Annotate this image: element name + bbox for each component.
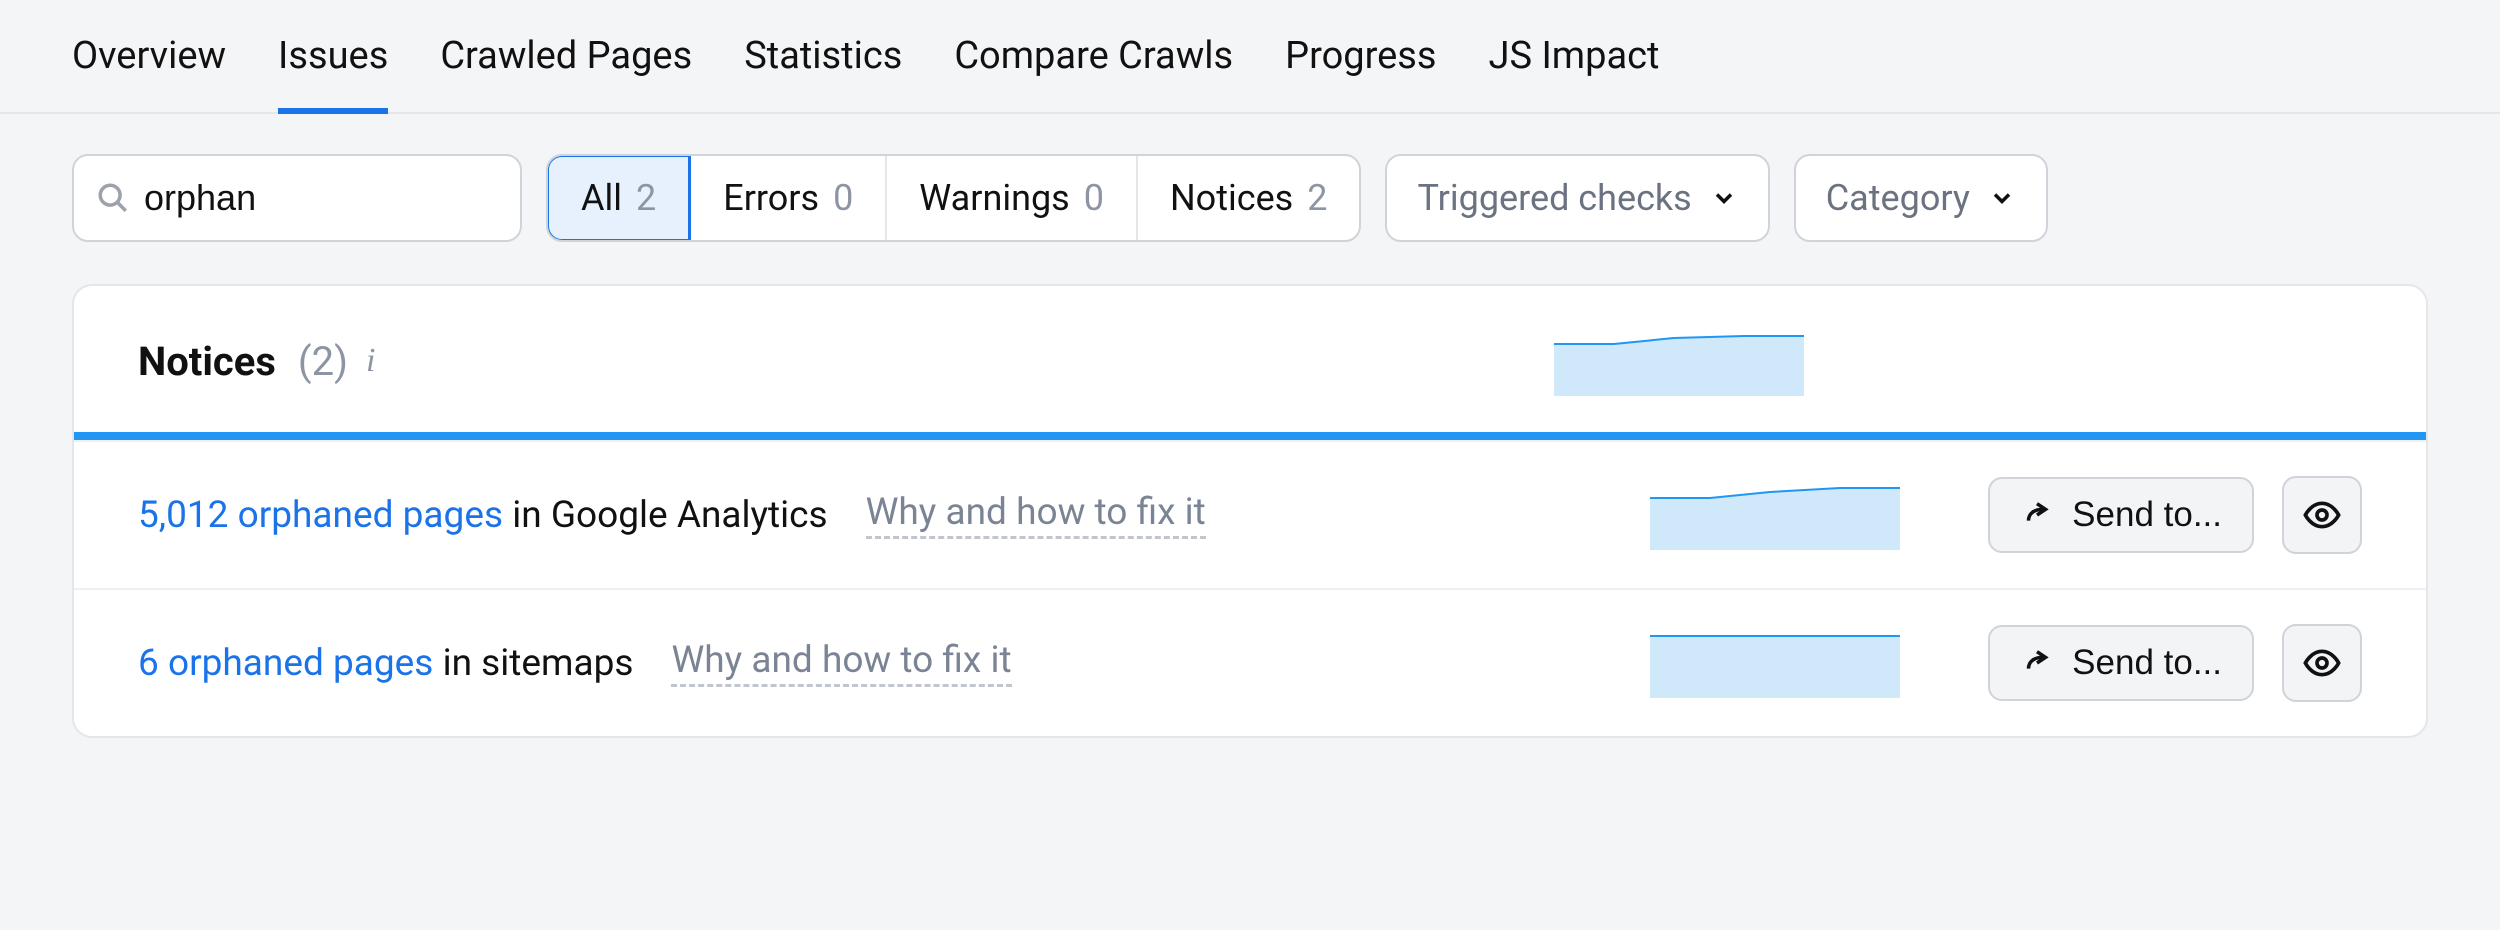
fix-link[interactable]: Why and how to fix it (671, 639, 1011, 687)
filter-count: 0 (1084, 177, 1104, 219)
send-to-button[interactable]: Send to... (1988, 477, 2254, 553)
share-arrow-icon (2020, 646, 2054, 680)
eye-icon (2302, 643, 2342, 683)
notices-header: Notices (2) i (74, 286, 2426, 432)
tab-js-impact[interactable]: JS Impact (1489, 34, 1660, 114)
panel-accent-bar (74, 432, 2426, 440)
tab-statistics[interactable]: Statistics (744, 34, 902, 114)
severity-filter: All 2 Errors 0 Warnings 0 Notices 2 (546, 154, 1361, 242)
notices-panel: Notices (2) i 5,012 orphaned pages in Go… (72, 284, 2428, 738)
tab-overview[interactable]: Overview (72, 34, 226, 114)
panel-title: Notices (138, 338, 276, 385)
filter-toolbar: All 2 Errors 0 Warnings 0 Notices 2 Trig… (0, 114, 2500, 266)
issue-context: in sitemaps (433, 642, 633, 685)
search-box[interactable] (72, 154, 522, 242)
filter-label: Warnings (919, 177, 1069, 219)
tab-progress[interactable]: Progress (1285, 34, 1436, 114)
filter-errors[interactable]: Errors 0 (691, 156, 887, 240)
issue-context: in Google Analytics (503, 494, 828, 537)
share-arrow-icon (2020, 498, 2054, 532)
issue-link[interactable]: 6 orphaned pages (138, 642, 433, 685)
filter-count: 2 (636, 177, 656, 219)
filter-label: Notices (1170, 177, 1293, 219)
filter-count: 0 (833, 177, 853, 219)
triggered-checks-dropdown[interactable]: Triggered checks (1385, 154, 1769, 242)
sparkline (1554, 326, 1804, 396)
send-to-button[interactable]: Send to... (1988, 625, 2254, 701)
filter-count: 2 (1307, 177, 1327, 219)
search-icon (96, 181, 130, 215)
notice-row: 6 orphaned pages in sitemaps Why and how… (74, 588, 2426, 736)
view-button[interactable] (2282, 624, 2362, 702)
category-dropdown[interactable]: Category (1794, 154, 2048, 242)
filter-notices[interactable]: Notices 2 (1138, 156, 1360, 240)
send-to-label: Send to... (2072, 495, 2222, 535)
sparkline (1650, 628, 1900, 698)
view-button[interactable] (2282, 476, 2362, 554)
filter-label: Errors (723, 177, 819, 219)
panel-count: (2) (298, 338, 348, 385)
tab-compare-crawls[interactable]: Compare Crawls (954, 34, 1233, 114)
fix-link[interactable]: Why and how to fix it (866, 491, 1206, 539)
info-icon[interactable]: i (366, 342, 375, 380)
dropdown-label: Triggered checks (1417, 177, 1691, 219)
issue-link[interactable]: 5,012 orphaned pages (138, 494, 503, 537)
chevron-down-icon (1710, 184, 1738, 212)
filter-all[interactable]: All 2 (546, 154, 691, 242)
send-to-label: Send to... (2072, 643, 2222, 683)
tab-issues[interactable]: Issues (278, 34, 388, 114)
eye-icon (2302, 495, 2342, 535)
sparkline (1650, 480, 1900, 550)
dropdown-label: Category (1826, 177, 1970, 219)
tabs-nav: Overview Issues Crawled Pages Statistics… (0, 0, 2500, 114)
tab-crawled-pages[interactable]: Crawled Pages (440, 34, 692, 114)
notice-row: 5,012 orphaned pages in Google Analytics… (74, 440, 2426, 588)
filter-label: All (581, 177, 622, 219)
filter-warnings[interactable]: Warnings 0 (887, 156, 1138, 240)
chevron-down-icon (1988, 184, 2016, 212)
